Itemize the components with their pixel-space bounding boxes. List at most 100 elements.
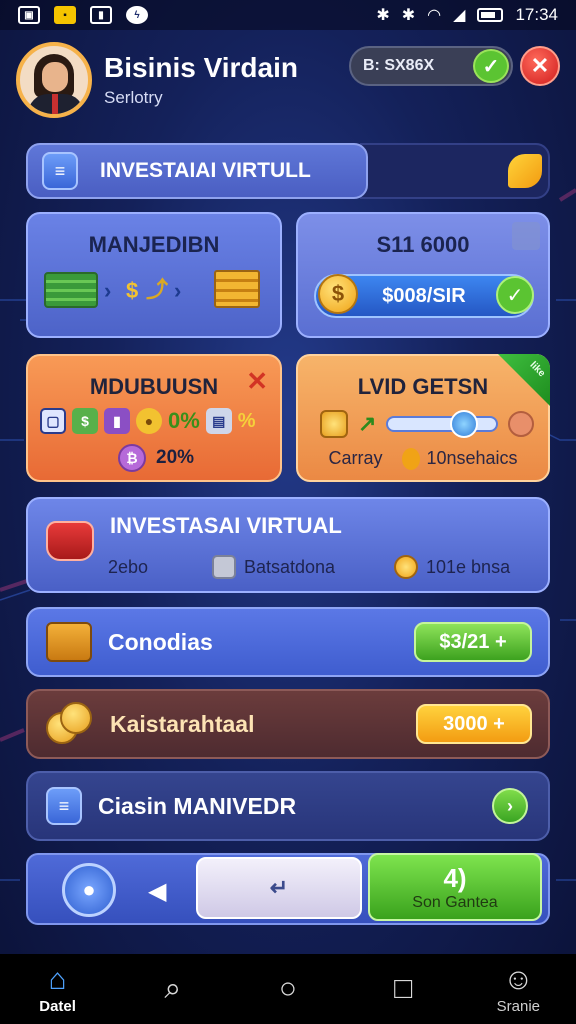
money-stack-icon — [44, 272, 98, 308]
bag-icon — [46, 521, 94, 561]
percent-small: % — [237, 409, 256, 432]
confirm-button-value: 4) — [443, 862, 467, 893]
cookie-icon — [508, 411, 534, 437]
confirm-button[interactable]: 4) Son Gantea — [368, 853, 542, 921]
chevron-right-icon[interactable]: › — [492, 788, 528, 824]
user-name: Bisinis Virdain — [104, 52, 298, 83]
bottom-panel: ● ◀ ↵ 4) Son Gantea — [26, 853, 550, 925]
lock-icon: ▮ — [90, 6, 112, 24]
avatar[interactable] — [16, 42, 92, 118]
bluetooth-icon: ✱ — [401, 7, 416, 24]
row-kaistarahtaal[interactable]: Kaistarahtaal 3000 + — [26, 689, 550, 759]
confirm-button-label: Son Gantea — [412, 893, 498, 911]
chart-icon: ▮ — [104, 408, 130, 434]
invest-item-3-wrap: 101e bnsa — [394, 555, 510, 579]
arrow-icon: › — [104, 278, 112, 303]
check-icon[interactable]: ✓ — [496, 276, 534, 314]
left-arrow-button[interactable]: ◀ — [148, 877, 166, 906]
coin-icon — [320, 410, 348, 438]
card-title: MANJEDIBN — [88, 232, 220, 257]
user-info: Bisinis Virdain Serlotry — [104, 52, 298, 108]
row-label: Conodias — [108, 628, 213, 655]
nav-item-home-circle[interactable]: ○ — [243, 973, 333, 1005]
card-title: MDUBUUSN — [89, 374, 219, 399]
nav-item-search[interactable]: ⌕ — [128, 973, 218, 1005]
card-lvid-getsn[interactable]: like LVID GETSN ↗ Carray 10nsehaics — [296, 354, 550, 482]
header: Bisinis Virdain Serlotry B: SX86X ✓ ✕ — [16, 40, 560, 120]
growth-icon: ⤴ — [146, 277, 169, 302]
invest-item-1: 2ebo — [108, 556, 149, 577]
game-icon: ▪ — [54, 6, 76, 24]
circle-home-icon: ○ — [278, 972, 298, 1005]
slider[interactable] — [386, 410, 498, 438]
nav-item-recent[interactable]: □ — [358, 973, 448, 1005]
cash-icon: $ — [72, 408, 98, 434]
invest-card-title: INVESTASAI VIRTUAL — [110, 513, 342, 538]
row-conodias[interactable]: Conodias $3/21 + — [26, 607, 550, 677]
enter-button[interactable]: ↵ — [196, 857, 362, 919]
lemon-icon[interactable] — [508, 154, 542, 188]
row-label: Kaistarahtaal — [110, 710, 255, 737]
monitor-icon: ▢ — [40, 408, 66, 434]
document-icon: ≡ — [42, 152, 78, 190]
card-d-labels: Carray 10nsehaics — [298, 448, 548, 471]
card-manjedibn[interactable]: MANJEDIBN › $ ⤴ › — [26, 212, 282, 338]
slider-thumb[interactable] — [449, 410, 478, 438]
card-title: LVID GETSN — [357, 374, 489, 399]
user-icon[interactable]: ● — [62, 863, 116, 917]
briefcase-icon — [46, 622, 92, 662]
signal-icon: ◢ — [453, 7, 466, 24]
row-label: Ciasin MANIVEDR — [98, 792, 297, 819]
buy-button[interactable]: 3000 + — [416, 704, 532, 744]
invest-card-stats: 2ebo Batsatdona 101e bnsa — [108, 555, 530, 579]
search-icon: ⌕ — [164, 972, 182, 1005]
check-icon[interactable]: ✓ — [473, 49, 509, 83]
coin-icon: $ — [318, 274, 358, 314]
wifi-icon: ◠ — [427, 7, 442, 24]
user-subtitle: Serlotry — [104, 88, 163, 107]
bluetooth-icon: ✱ — [376, 7, 390, 24]
arrow-icon: › — [174, 278, 182, 303]
left-label: Carray — [328, 448, 383, 468]
balance-button-label: $008/SIR — [382, 284, 466, 307]
percent-value: 20% — [156, 447, 195, 468]
battery-icon — [477, 8, 504, 22]
profile-icon: ☺ — [503, 962, 534, 996]
invest-item-2-wrap: Batsatdona — [212, 555, 394, 579]
percent-row: ₿ 20% — [118, 444, 194, 472]
recent-apps-icon: □ — [394, 972, 413, 1005]
gold-bars-icon — [214, 270, 260, 308]
home-icon: ⌂ — [48, 962, 67, 996]
coins-icon — [46, 702, 94, 746]
slider-row[interactable]: ↗ — [320, 408, 534, 440]
nav-item-profile[interactable]: ☺ Sranie — [473, 962, 563, 1015]
row-ciasin[interactable]: ≡ Ciasin MANIVEDR › — [26, 771, 550, 841]
coin-icon — [394, 555, 418, 579]
title-bar-label: INVESTAIAI VIRTULL — [100, 159, 311, 182]
invest-card[interactable]: INVESTASAI VIRTUAL 2ebo Batsatdona 101e … — [26, 497, 550, 593]
nav-label: Datel — [39, 997, 76, 1015]
invest-item-2: Batsatdona — [244, 556, 336, 577]
invest-item-3: 101e bnsa — [426, 556, 511, 577]
balance-pill[interactable]: B: SX86X ✓ — [349, 46, 513, 86]
dollar-icon: $ — [126, 278, 139, 303]
buy-button[interactable]: $3/21 + — [414, 622, 532, 662]
document-icon: ≡ — [46, 787, 82, 825]
icon-row: ▢ $ ▮ ● 0% ▤ % — [40, 408, 256, 434]
percent-value: 0% — [168, 408, 200, 433]
close-icon[interactable]: ✕ — [246, 366, 268, 397]
card-mdubuusn[interactable]: MDUBUUSN ✕ ▢ $ ▮ ● 0% ▤ % ₿ 20% — [26, 354, 282, 482]
nav-label: Sranie — [496, 997, 541, 1015]
purple-coin-icon: ₿ — [118, 444, 146, 472]
balance-text: B: SX86X — [363, 57, 435, 74]
bolt-icon: ϟ — [126, 6, 148, 24]
status-bar: ▣ ▪ ▮ ϟ ✱ ✱ ◠ ◢ 17:34 — [0, 0, 576, 30]
handshake-icon — [212, 555, 236, 579]
nav-item-home[interactable]: ⌂ Datel — [13, 962, 103, 1015]
card-title: S11 6000 — [376, 232, 470, 257]
title-bar[interactable]: ≡ INVESTAIAI VIRTULL — [26, 143, 368, 199]
drop-icon — [402, 448, 421, 471]
card-balance[interactable]: S11 6000 $008/SIR $ ✓ — [296, 212, 550, 338]
status-time: 17:34 — [515, 5, 558, 24]
close-button[interactable]: ✕ — [520, 46, 560, 86]
